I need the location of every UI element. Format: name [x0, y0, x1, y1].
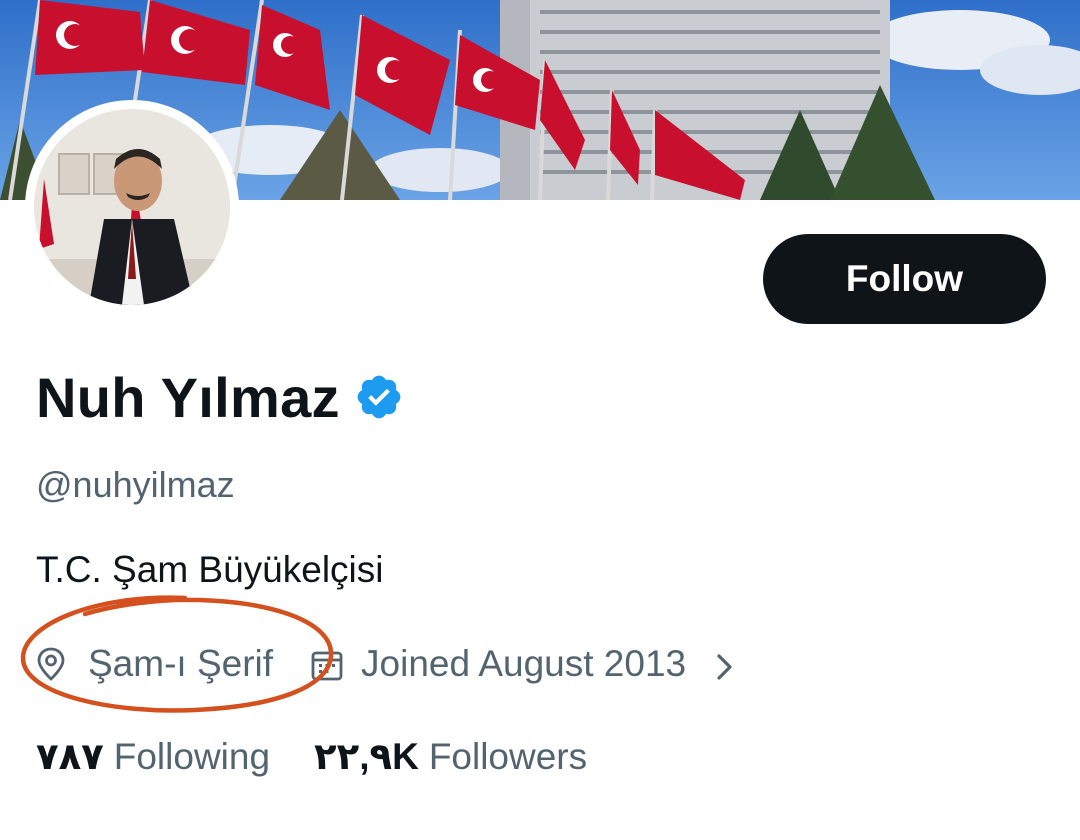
- calendar-icon: [311, 648, 343, 681]
- profile-name: Nuh Yılmaz: [36, 365, 340, 429]
- profile-handle: @nuhyilmaz: [36, 464, 235, 505]
- profile-avatar[interactable]: [25, 100, 239, 314]
- follow-button[interactable]: Follow: [763, 234, 1046, 324]
- profile-joined-date: Joined August 2013: [361, 643, 687, 684]
- chevron-right-icon[interactable]: [714, 649, 736, 680]
- following-link[interactable]: ٧٨٧ Following: [36, 735, 270, 778]
- profile-meta-row: Şam-ı Şerif Joined August 2013: [36, 636, 736, 692]
- following-label: Following: [113, 735, 271, 777]
- profile-location: Şam-ı Şerif: [88, 643, 274, 684]
- avatar-photo: [34, 109, 230, 305]
- verified-badge-icon[interactable]: [354, 372, 404, 422]
- profile-bio: T.C. Şam Büyükelçisi: [36, 549, 384, 590]
- profile-name-row: Nuh Yılmaz: [36, 362, 404, 432]
- followers-link[interactable]: ٢٢,٩K Followers: [314, 735, 587, 778]
- location-pin-icon: [36, 647, 66, 681]
- following-count: ٧٨٧: [36, 735, 104, 777]
- followers-label: Followers: [428, 735, 588, 777]
- followers-count: ٢٢,٩K: [314, 735, 419, 777]
- profile-stats-row: ٧٨٧ Following ٢٢,٩K Followers: [36, 728, 587, 784]
